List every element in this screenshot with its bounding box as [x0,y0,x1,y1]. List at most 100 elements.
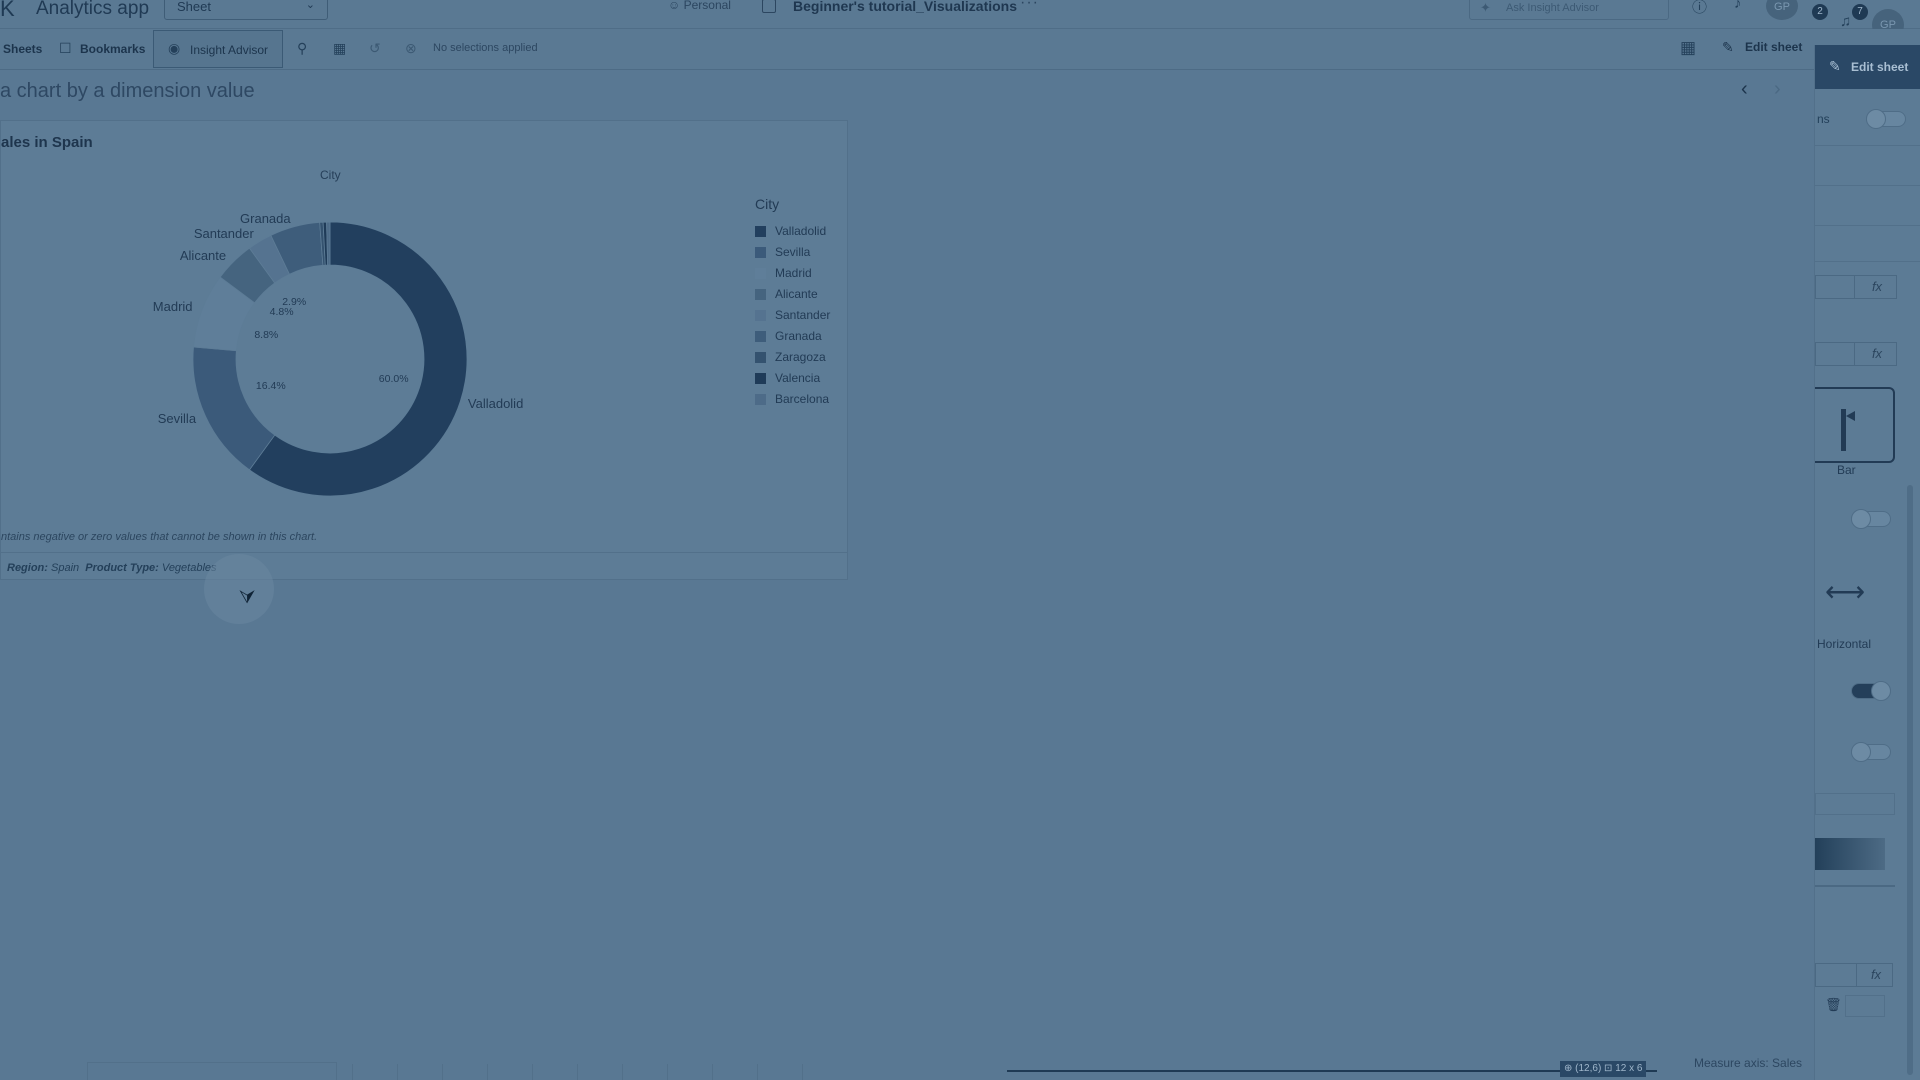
legend-swatch [755,310,766,321]
legend-label: Santander [775,308,831,322]
help-icon[interactable]: ⓘ [1692,0,1707,17]
document-icon [762,0,776,13]
notification-badge: 2 [1812,4,1828,20]
chevron-right-icon[interactable]: › [1774,78,1781,101]
grid-tick [397,1064,398,1080]
bookmarks-button[interactable]: Bookmarks [80,42,145,56]
legend-label: Barcelona [775,392,830,406]
step-back-icon[interactable]: ↺ [369,40,381,57]
legend-swatch [755,289,766,300]
lasso-select-icon[interactable]: ▦ [333,40,346,57]
grid-tick [487,1064,488,1080]
legend-label: Sevilla [775,245,811,259]
expression-field-3[interactable]: fx [1815,963,1893,987]
divider [1815,261,1920,262]
donut-chart[interactable] [1,121,849,551]
insight-advisor-label: Insight Advisor [190,43,269,57]
fx-button[interactable]: fx [1854,276,1899,298]
grid-tick [757,1064,758,1080]
sheets-button[interactable]: Sheets [3,42,42,56]
expression-field-2[interactable]: fx [1815,342,1897,366]
expression-field[interactable]: fx [1815,275,1897,299]
bar-label: Bar [1837,463,1856,477]
legend-label: Alicante [775,287,818,301]
fx-button[interactable]: fx [1854,343,1899,365]
color-gradient[interactable] [1815,838,1885,870]
region-label: Region: [7,562,48,574]
bell-icon[interactable]: ♫ [1840,13,1851,30]
legend-label: Madrid [775,266,812,280]
donut-slice-sevilla[interactable] [192,346,276,471]
limit-input[interactable] [1845,995,1885,1017]
legend-swatch [755,331,766,342]
legend-label: Valladolid [775,224,827,238]
region-value: Spain [51,562,80,574]
notification-badge-2: 7 [1852,4,1868,20]
space-label[interactable]: ☺ Personal [668,0,731,12]
smart-search-icon[interactable]: ⚲ [297,40,307,57]
bar-orientation-option[interactable] [1815,387,1895,463]
sheet-dropdown[interactable]: Sheet ⌄ [164,0,328,20]
slice-percent-label: 2.9% [282,296,307,309]
gradient-slider[interactable] [1815,885,1895,887]
chevron-left-icon[interactable]: ‹ [1741,78,1748,101]
toolbar: Sheets ☐ Bookmarks ◉ Insight Advisor ⚲ ▦… [0,29,1920,70]
app-title: Analytics app [36,0,150,19]
toggle-switch-2[interactable] [1851,509,1891,529]
grid-coordinates-badge: ⊕ (12,6) ⊡ 12 x 6 [1560,1061,1647,1077]
slice-percent-label: 60.0% [378,373,409,386]
slice-percent-label: 16.4% [255,380,286,393]
chart-footer: Region: Spain Product Type: Vegetables [1,552,847,581]
toggle-switch-on[interactable] [1851,681,1891,701]
grid-tick [442,1064,443,1080]
legend-label: Granada [775,329,822,343]
clear-selections-icon[interactable]: ⊗ [405,40,417,57]
bar-flag-icon [1846,411,1855,421]
grid-tick [532,1064,533,1080]
slice-label: Santander [193,226,254,242]
top-bar: K Analytics app Sheet ⌄ ☺ Personal Begin… [0,0,1920,29]
grid-tick [352,1064,353,1080]
grid-tick [802,1064,803,1080]
legend-swatch [755,226,766,237]
legend-swatch [755,373,766,384]
search-placeholder: Ask Insight Advisor [1506,2,1599,14]
grid-view-icon[interactable]: ▦ [1680,38,1696,58]
edit-sheet-button[interactable]: Edit sheet [1745,40,1802,54]
product-type-label: Product Type: [85,562,159,574]
grid-tick [577,1064,578,1080]
edit-sheet-panel-button[interactable]: ✎ Edit sheet [1815,45,1920,89]
legend-title: City [755,196,780,212]
legend-swatch [755,247,766,258]
toggle-switch[interactable] [1866,109,1906,129]
mouse-cursor-icon: ⮛ [239,587,256,608]
toggle-switch-3[interactable] [1851,742,1891,762]
sheet-thumbnail-area [87,1062,337,1080]
sparkle-search-icon: ✦ [1480,0,1491,15]
insight-advisor-button[interactable]: ◉ Insight Advisor [153,30,283,68]
slice-label: Madrid [152,299,193,315]
chart-card[interactable]: ales in Spain City Valladolid 60.0% Sevill… [0,120,848,580]
horizontal-label: Horizontal [1817,637,1872,651]
legend-swatch [755,394,766,405]
measure-axis-label: Measure axis: Sales [1694,1056,1803,1070]
slice-label: Granada [240,210,291,226]
insight-advisor-search[interactable]: ✦ Ask Insight Advisor [1469,0,1669,20]
text-input[interactable] [1815,793,1895,815]
legend-swatch [755,268,766,279]
divider [1815,225,1920,226]
app-logo[interactable]: K [0,0,15,22]
slice-label: Alicante [179,247,227,263]
trash-icon[interactable]: 🗑 [1825,997,1842,1013]
more-options-icon[interactable]: ··· [1020,0,1039,12]
space-name: Personal [683,0,731,12]
notification-bell-icon[interactable]: ♪ [1734,0,1742,12]
slice-percent-label: 8.8% [254,329,279,342]
chevron-down-icon: ⌄ [305,0,315,11]
avatar[interactable]: GP [1766,0,1798,20]
fx-button[interactable]: fx [1856,964,1895,986]
document-title[interactable]: Beginner's tutorial_Visualizations [793,0,1017,14]
horizontal-arrow-icon[interactable]: ⟷ [1825,575,1865,608]
scrollbar[interactable] [1907,485,1913,1075]
pencil-icon: ✎ [1722,39,1734,55]
